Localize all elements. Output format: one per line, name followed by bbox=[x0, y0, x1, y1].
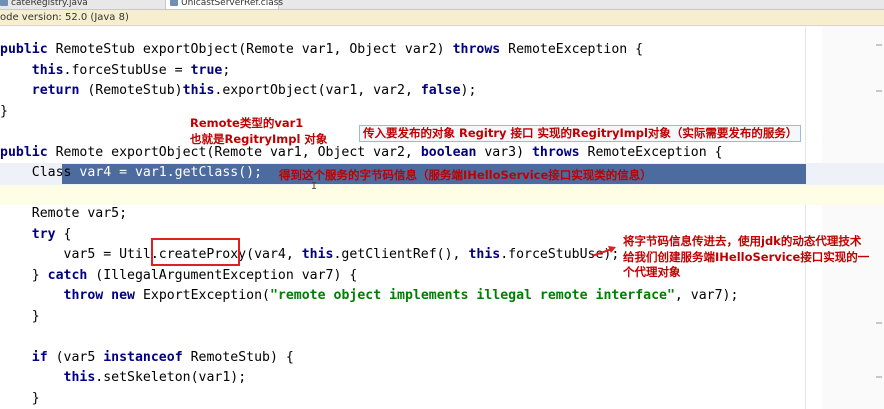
right-gutter bbox=[822, 26, 884, 409]
tab-label: cateRegistry.java bbox=[11, 0, 88, 8]
create-proxy-highlight-box bbox=[151, 238, 240, 266]
code-line[interactable]: throw new ExportException("remote object… bbox=[0, 286, 739, 307]
annotation-proxy-line1: 将字节码信息传进去，使用jdk的动态代理技术 bbox=[623, 234, 862, 248]
annotation-remote-type: Remote类型的var1 bbox=[190, 116, 304, 130]
annotation-proxy-line2: 给我们创建服务端IHelloService接口实现的一 bbox=[623, 250, 870, 264]
annotation-bytecode-info: 得到这个服务的字节码信息（服务端IHelloService接口实现类的信息） bbox=[279, 168, 652, 182]
code-line[interactable]: } bbox=[0, 389, 40, 409]
code-line[interactable]: public Remote exportObject(Remote var1, … bbox=[0, 143, 723, 164]
code-line[interactable]: this.forceStubUse = true; bbox=[0, 61, 231, 82]
code-line[interactable]: try { bbox=[0, 225, 72, 246]
annotation-publish-object: 传入要发布的对象 Regitry 接口 实现的RegitryImpl对象（实际需… bbox=[359, 125, 802, 142]
code-line[interactable]: } catch (IllegalArgumentException var7) … bbox=[0, 266, 358, 287]
annotation-arrow-icon bbox=[591, 246, 616, 257]
decompiled-info-bar: ode version: 52.0 (Java 8) bbox=[0, 10, 884, 26]
code-line[interactable]: this.setSkeleton(var1); bbox=[0, 368, 247, 389]
caret-row-highlight bbox=[0, 185, 884, 205]
tab-registry[interactable]: cateRegistry.java bbox=[0, 0, 155, 9]
mouse-cursor-icon: I bbox=[311, 181, 318, 192]
class-file-icon bbox=[170, 0, 178, 6]
java-class-icon bbox=[0, 0, 8, 6]
tab-label: UnicastServerRef.class bbox=[181, 0, 284, 8]
code-line[interactable]: Class var4 = var1.getClass(); bbox=[0, 163, 262, 184]
editor-tab-bar: cateRegistry.java UnicastServerRef.class bbox=[0, 0, 884, 10]
code-line[interactable]: } bbox=[0, 307, 40, 328]
bytecode-version-text: ode version: 52.0 (Java 8) bbox=[0, 12, 129, 23]
error-stripe-mark bbox=[876, 90, 882, 92]
right-margin-guide bbox=[805, 26, 806, 409]
code-line[interactable]: var5 = Util.createProxy(var4, this.getCl… bbox=[0, 245, 620, 266]
code-line[interactable]: public RemoteStub exportObject(Remote va… bbox=[0, 40, 643, 61]
error-stripe-mark bbox=[876, 322, 882, 324]
annotation-proxy-line3: 个代理对象 bbox=[623, 265, 681, 279]
error-stripe-mark bbox=[876, 376, 882, 378]
code-line[interactable]: Remote var5; bbox=[0, 204, 127, 225]
annotation-regitry-impl: 也就是RegitryImpl 对象 bbox=[190, 132, 328, 146]
code-line[interactable]: } bbox=[0, 102, 8, 123]
tab-unicast-server-ref[interactable]: UnicastServerRef.class bbox=[165, 0, 283, 9]
error-stripe-mark bbox=[876, 44, 882, 46]
code-line[interactable]: return (RemoteStub)this.exportObject(var… bbox=[0, 81, 477, 102]
code-line[interactable]: if (var5 instanceof RemoteStub) { bbox=[0, 348, 294, 369]
